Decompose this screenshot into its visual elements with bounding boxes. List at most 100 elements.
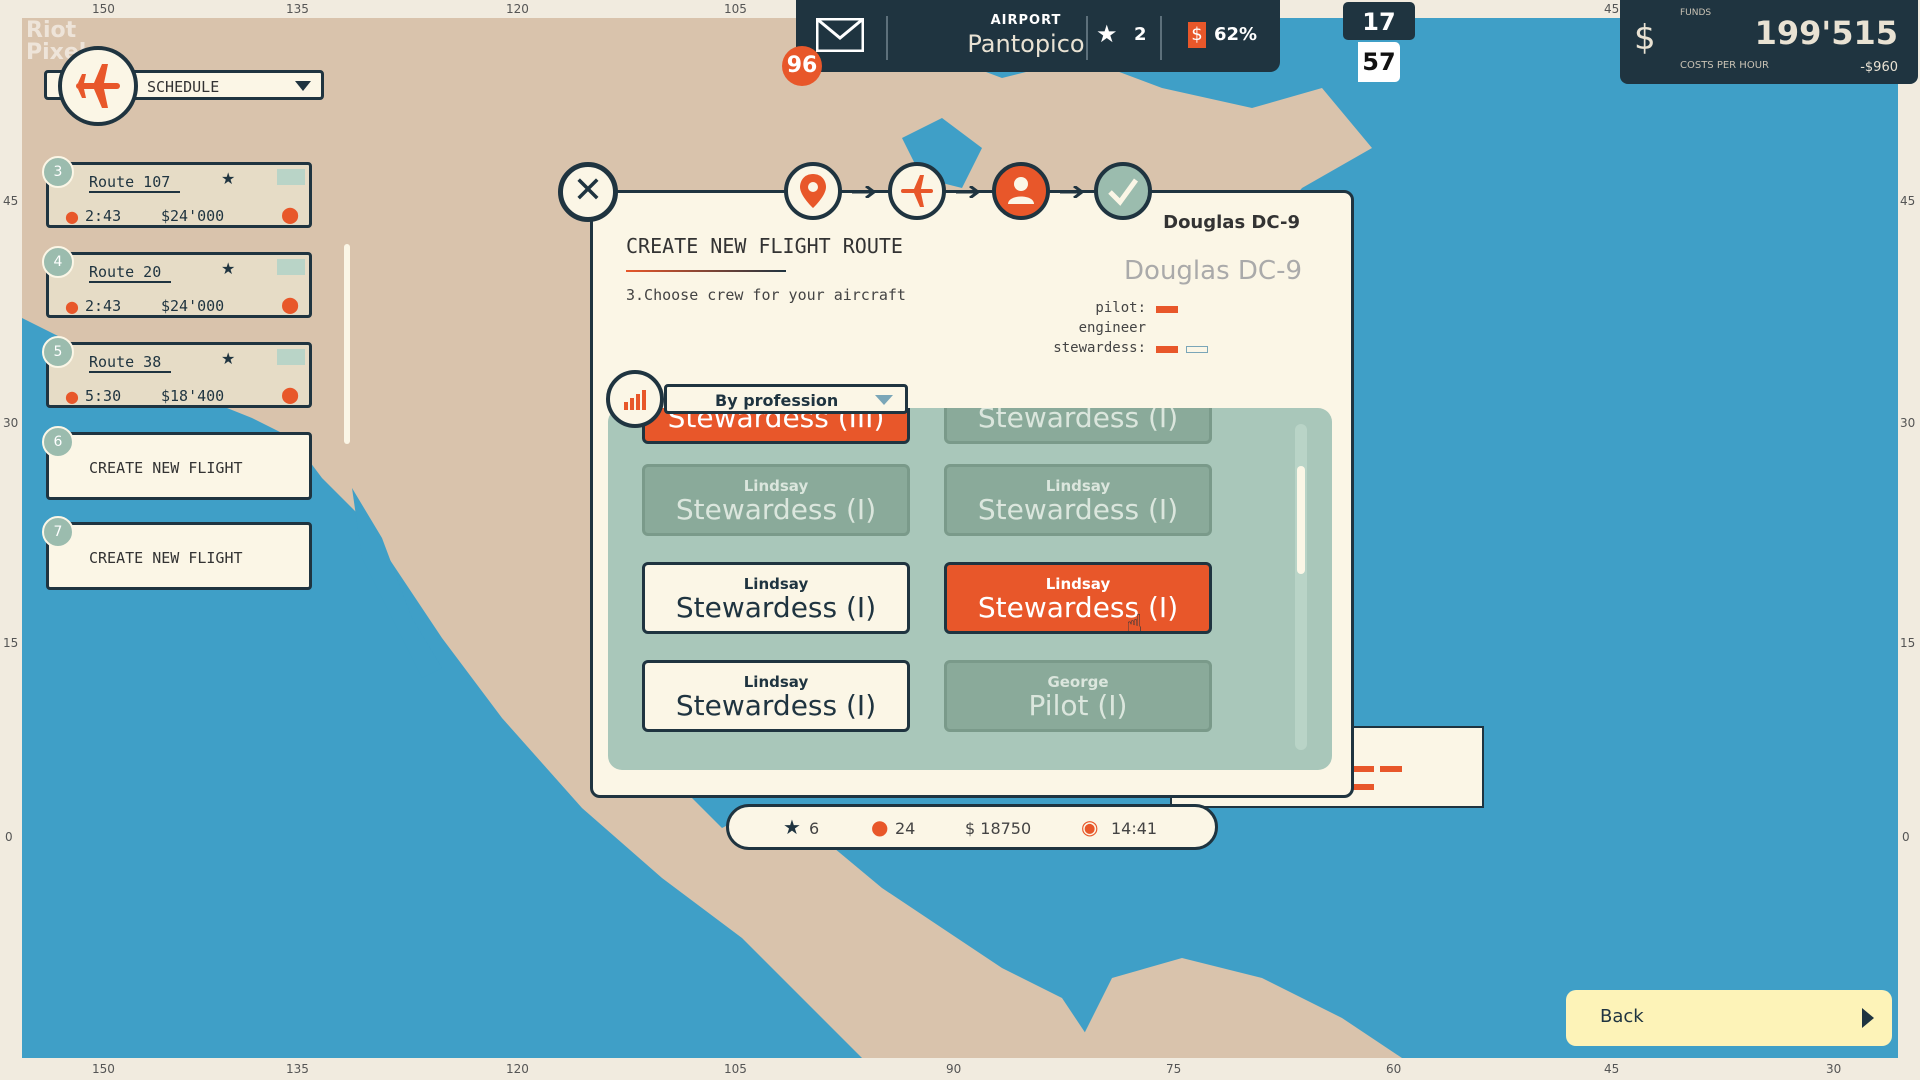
crew-role: Stewardess (I)	[645, 689, 907, 722]
airplane-icon	[892, 166, 942, 216]
ruler-tick: 150	[92, 1062, 115, 1076]
crew-role: Pilot (I)	[947, 689, 1209, 722]
crew-list[interactable]: Stewardess (III) Stewardess (I) Lindsay …	[608, 408, 1332, 770]
location-pin-icon[interactable]: ⬤	[281, 295, 299, 314]
stewardess-filled-bar	[1156, 346, 1178, 353]
person-icon: ●	[871, 815, 888, 839]
ruler-tick: 75	[1166, 1062, 1181, 1076]
sort-button[interactable]	[606, 370, 664, 428]
crew-card[interactable]: George Pilot (I)	[944, 660, 1212, 732]
location-pin-icon	[788, 166, 838, 216]
crew-role: Stewardess (I)	[947, 408, 1209, 434]
summary-passengers: 24	[895, 819, 915, 838]
left-ruler: 45 30 15 0	[0, 0, 22, 1080]
costs-per-hour: -$960	[1860, 60, 1898, 75]
bar-chart-icon	[610, 374, 660, 424]
ruler-tick: 30	[1900, 416, 1915, 430]
clock-hours: 17	[1362, 8, 1395, 36]
route-name[interactable]: Route 107	[89, 173, 180, 193]
crew-role: Stewardess (I)	[645, 493, 907, 526]
checkmark-icon	[1098, 166, 1148, 216]
slot-number: 3	[42, 156, 74, 188]
crew-card-selected[interactable]: Lindsay Stewardess (I)	[944, 562, 1212, 634]
route-toggle[interactable]	[277, 169, 305, 185]
dollar-icon: $	[1634, 18, 1656, 58]
airplane-icon	[62, 50, 134, 122]
schedule-label: SCHEDULE	[147, 78, 219, 96]
route-name[interactable]: Route 20	[89, 263, 171, 283]
step-location[interactable]	[784, 162, 842, 220]
ruler-tick: 45	[1900, 194, 1915, 208]
ruler-tick: 90	[946, 1062, 961, 1076]
close-button[interactable]: ✕	[558, 162, 618, 222]
route-time: 2:43	[85, 297, 121, 315]
step-aircraft[interactable]	[888, 162, 946, 220]
back-label: Back	[1600, 1006, 1644, 1027]
mail-icon[interactable]	[816, 18, 864, 52]
divider	[886, 16, 888, 60]
location-pin-icon[interactable]: ⬤	[281, 205, 299, 224]
ruler-tick: 105	[724, 1062, 747, 1076]
route-card[interactable]: Route 38 ★ ● 5:30 $18'400 ⬤	[46, 342, 312, 408]
crew-card[interactable]: Lindsay Stewardess (I)	[642, 562, 910, 634]
schedule-scrollbar[interactable]	[344, 244, 350, 444]
crew-card[interactable]: Lindsay Stewardess (I)	[944, 464, 1212, 536]
step-crew[interactable]	[992, 162, 1050, 220]
arrow-icon	[956, 186, 986, 198]
bottom-ruler: 150 135 120 105 90 75 60 45 30	[0, 1058, 1920, 1080]
route-toggle[interactable]	[277, 349, 305, 365]
arrow-icon	[852, 186, 882, 198]
airport-stars: 2	[1134, 24, 1147, 45]
divider	[1160, 16, 1162, 60]
ruler-tick: 45	[3, 194, 18, 208]
clock-minutes: 57	[1358, 42, 1399, 82]
crew-card[interactable]: Lindsay Stewardess (I)	[642, 464, 910, 536]
star-icon: ★	[1096, 20, 1118, 48]
sort-dropdown[interactable]: By profession	[664, 384, 908, 414]
route-card[interactable]: Route 20 ★ ● 2:43 $24'000 ⬤	[46, 252, 312, 318]
timer-icon: ●	[65, 387, 79, 406]
ruler-tick: 45	[1604, 2, 1619, 16]
aircraft-name-bold: Douglas DC-9	[1100, 212, 1300, 233]
summary-time: 14:41	[1111, 819, 1157, 838]
timer-icon: ●	[65, 297, 79, 316]
create-flight-slot[interactable]: CREATE NEW FLIGHT	[46, 432, 312, 500]
location-pin-icon[interactable]: ⬤	[281, 385, 299, 404]
crew-role: Stewardess (I)	[947, 591, 1209, 624]
route-price: $24'000	[161, 207, 224, 225]
ruler-tick: 0	[1902, 830, 1910, 844]
crew-card[interactable]: Lindsay Stewardess (I)	[642, 660, 910, 732]
crew-bar	[1352, 784, 1374, 790]
crew-role: Stewardess (I)	[947, 493, 1209, 526]
person-icon	[996, 166, 1046, 216]
star-icon: ★	[221, 349, 235, 368]
ruler-tick: 105	[724, 2, 747, 16]
create-flight-label: CREATE NEW FLIGHT	[89, 549, 243, 567]
right-ruler: 45 30 15 0	[1898, 0, 1920, 1080]
divider	[1086, 16, 1088, 60]
aircraft-name: Douglas DC-9	[1020, 256, 1302, 286]
star-icon: ★	[221, 169, 235, 188]
costs-label: COSTS PER HOUR	[1680, 60, 1769, 71]
crew-card[interactable]: Stewardess (I)	[944, 408, 1212, 444]
funds-label: FUNDS	[1680, 8, 1711, 18]
popularity-percent: 62%	[1214, 24, 1257, 45]
back-button[interactable]: Back	[1566, 990, 1892, 1046]
schedule-button[interactable]	[58, 46, 138, 126]
route-price: $24'000	[161, 297, 224, 315]
slot-number: 7	[42, 516, 74, 548]
summary-stars: 6	[809, 819, 819, 838]
create-flight-slot[interactable]: CREATE NEW FLIGHT	[46, 522, 312, 590]
pilot-filled-bar	[1156, 306, 1178, 313]
slot-number: 5	[42, 336, 74, 368]
route-summary: ★ 6 ● 24 $ 18750 ◉ 14:41	[726, 804, 1218, 850]
funds-panel: $ FUNDS 199'515 COSTS PER HOUR -$960	[1620, 0, 1918, 84]
route-toggle[interactable]	[277, 259, 305, 275]
route-card[interactable]: Route 107 ★ ● 2:43 $24'000 ⬤	[46, 162, 312, 228]
crew-scrollbar-thumb[interactable]	[1297, 466, 1305, 574]
route-time: 5:30	[85, 387, 121, 405]
crew-bar	[1352, 766, 1374, 772]
stewardess-empty-bar	[1186, 346, 1208, 353]
star-icon: ★	[221, 259, 235, 278]
route-name[interactable]: Route 38	[89, 353, 171, 373]
